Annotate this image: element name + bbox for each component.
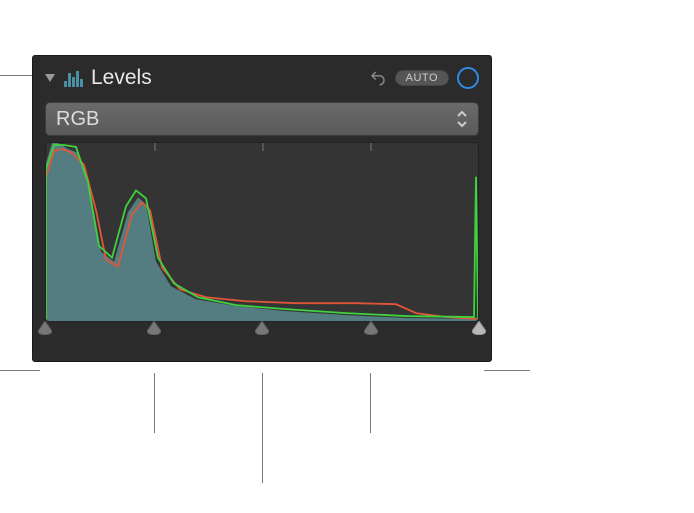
histogram-blue-channel <box>46 143 478 321</box>
enable-toggle[interactable] <box>457 67 479 89</box>
callout-line <box>0 75 32 76</box>
undo-icon[interactable] <box>369 69 387 87</box>
auto-button[interactable]: AUTO <box>395 70 449 86</box>
panel-title: Levels <box>91 66 361 90</box>
levels-icon <box>63 69 83 87</box>
levels-slider-track <box>45 321 479 339</box>
channel-dropdown[interactable]: RGB <box>45 102 479 136</box>
callout-line <box>0 370 40 371</box>
callout-line <box>484 370 530 371</box>
midtones-slider[interactable] <box>255 321 269 335</box>
chevron-up-down-icon <box>456 109 468 129</box>
callout-line <box>154 373 155 433</box>
shadows-slider[interactable] <box>147 321 161 335</box>
histogram <box>45 142 479 322</box>
highlights-slider[interactable] <box>364 321 378 335</box>
callout-line <box>262 373 263 483</box>
callout-line <box>370 373 371 433</box>
black-point-slider[interactable] <box>38 321 52 335</box>
levels-panel: Levels AUTO RGB <box>32 55 492 362</box>
panel-header: Levels AUTO <box>45 66 479 90</box>
channel-dropdown-label: RGB <box>56 108 456 131</box>
white-point-slider[interactable] <box>472 321 486 335</box>
disclosure-triangle-icon[interactable] <box>45 74 55 82</box>
